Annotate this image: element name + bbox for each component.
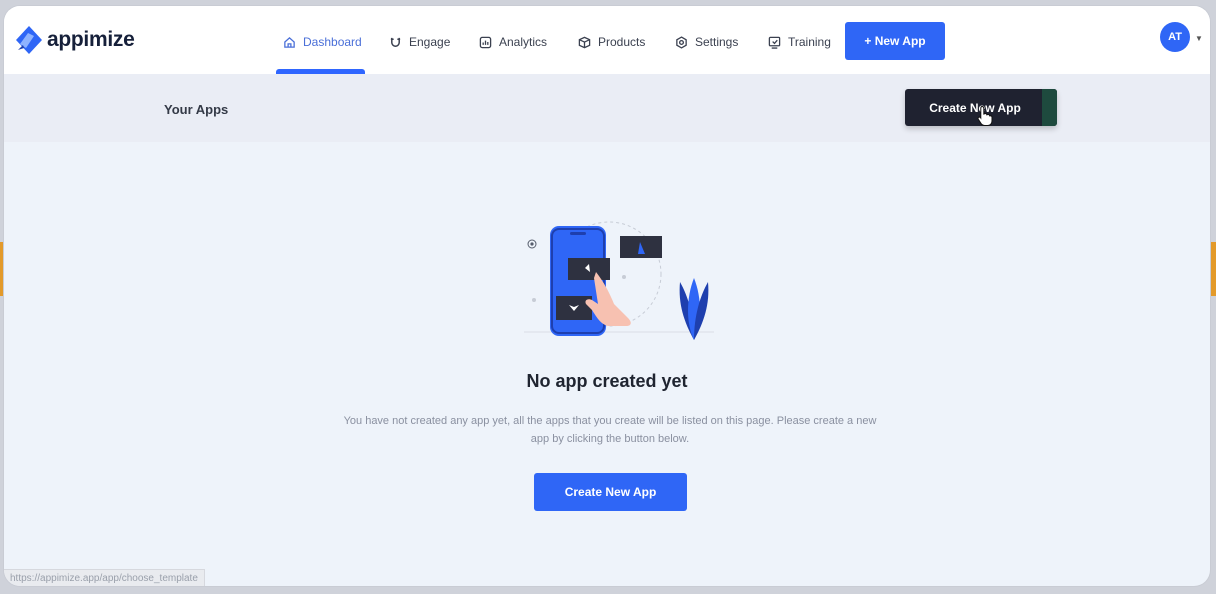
magnet-icon xyxy=(390,37,401,47)
nav-dashboard[interactable]: Dashboard xyxy=(283,33,362,51)
nav-products-label: Products xyxy=(598,35,646,49)
apps-subheader: Your Apps Create New App xyxy=(4,74,1210,142)
user-avatar[interactable]: AT xyxy=(1160,22,1190,52)
nav-analytics[interactable]: Analytics xyxy=(479,33,547,51)
appimize-logo-icon xyxy=(16,26,42,54)
top-navbar: appimize Dashboard Engage Analytics Prod… xyxy=(4,6,1210,74)
nav-dashboard-label: Dashboard xyxy=(303,35,362,49)
empty-state-illustration xyxy=(524,221,714,340)
home-icon xyxy=(284,36,295,48)
create-new-app-header-label: Create New App xyxy=(929,100,1021,115)
nav-settings-label: Settings xyxy=(695,35,739,49)
browser-window: appimize Dashboard Engage Analytics Prod… xyxy=(4,6,1210,586)
create-new-app-button[interactable]: Create New App xyxy=(534,473,687,511)
nav-training-label: Training xyxy=(788,35,831,49)
page-title: Your Apps xyxy=(164,102,229,117)
gear-icon xyxy=(676,35,687,49)
nav-settings[interactable]: Settings xyxy=(675,33,738,51)
nav-analytics-label: Analytics xyxy=(499,35,548,49)
hand-cursor-icon xyxy=(977,105,993,126)
brand-name: appimize xyxy=(47,28,135,51)
nav-products[interactable]: Products xyxy=(578,33,645,51)
nav-engage-label: Engage xyxy=(409,35,451,49)
new-app-button[interactable]: + New App xyxy=(845,22,945,60)
status-bar-url: https://appimize.app/app/choose_template xyxy=(4,569,205,586)
nav-training[interactable]: Training xyxy=(768,33,831,51)
button-edge-accent xyxy=(1042,89,1057,126)
box-icon xyxy=(578,36,591,48)
empty-state-title: No app created yet xyxy=(526,371,688,391)
brand-logo[interactable]: appimize xyxy=(14,24,135,56)
empty-state-description: You have not created any app yet, all th… xyxy=(343,415,877,445)
chevron-down-icon[interactable]: ▼ xyxy=(1195,34,1203,43)
training-icon xyxy=(768,36,781,49)
nav-engage[interactable]: Engage xyxy=(389,33,450,51)
analytics-icon xyxy=(479,36,492,48)
